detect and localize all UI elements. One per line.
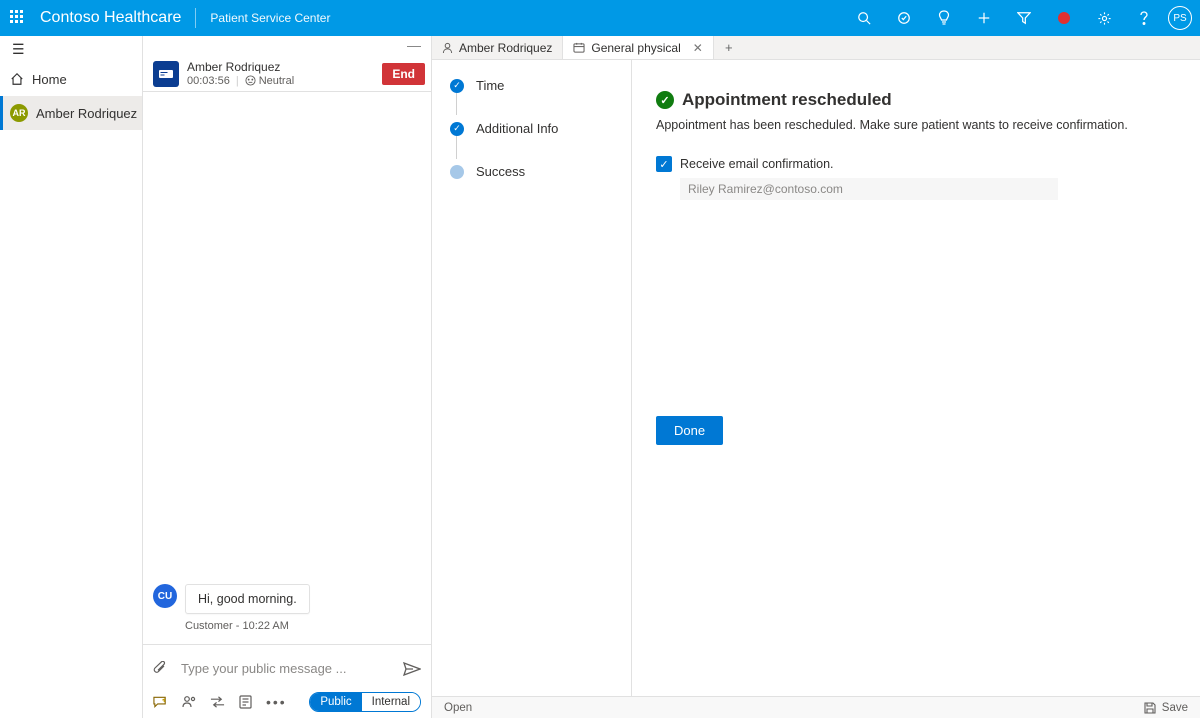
consult-icon[interactable] <box>182 695 196 709</box>
transfer-icon[interactable] <box>210 696 225 708</box>
save-icon[interactable] <box>1144 702 1156 714</box>
end-conversation-button[interactable]: End <box>382 63 425 85</box>
search-icon[interactable] <box>848 0 880 36</box>
app-topbar: Contoso Healthcare Patient Service Cente… <box>0 0 1200 36</box>
brand-title: Contoso Healthcare <box>40 9 181 27</box>
attachment-icon[interactable] <box>153 661 167 677</box>
tab-amber-rodriquez[interactable]: Amber Rodriquez <box>432 36 563 59</box>
close-tab-icon[interactable]: ✕ <box>693 41 703 55</box>
detail-title: Appointment rescheduled <box>682 90 892 110</box>
more-actions-icon[interactable]: ••• <box>266 694 287 710</box>
conversation-panel: Amber Rodriquez 00:03:56 | Neutral End C… <box>143 36 432 718</box>
success-check-icon: ✓ <box>656 91 674 109</box>
status-save-label[interactable]: Save <box>1162 702 1188 714</box>
app-launcher-icon[interactable] <box>10 10 26 26</box>
conversation-body: CU Hi, good morning. Customer - 10:22 AM <box>143 92 431 644</box>
home-icon <box>10 72 24 86</box>
chat-channel-icon <box>153 61 179 87</box>
step-success[interactable]: Success <box>450 164 621 179</box>
confirmation-email-input[interactable] <box>680 178 1058 200</box>
calendar-icon <box>573 42 585 53</box>
sentiment-badge: Neutral <box>245 75 294 87</box>
step-time[interactable]: ✓ Time <box>450 78 621 93</box>
settings-gear-icon[interactable] <box>1088 0 1120 36</box>
tab-general-physical[interactable]: General physical ✕ <box>563 36 713 59</box>
nav-home-label: Home <box>32 72 67 87</box>
minimize-icon[interactable] <box>407 46 421 47</box>
conversation-header: Amber Rodriquez 00:03:56 | Neutral End <box>143 57 431 92</box>
email-confirmation-checkbox[interactable]: ✓ <box>656 156 672 172</box>
left-nav: ☰ Home AR Amber Rodriquez <box>0 36 143 718</box>
topbar-actions: PS <box>848 0 1192 36</box>
send-icon[interactable] <box>403 662 421 676</box>
done-button[interactable]: Done <box>656 416 723 445</box>
message-bubble: Hi, good morning. <box>185 584 310 614</box>
user-avatar[interactable]: PS <box>1168 6 1192 30</box>
quick-reply-icon[interactable] <box>153 695 168 709</box>
nav-session-label: Amber Rodriquez <box>36 106 137 121</box>
message-row: CU Hi, good morning. <box>153 584 421 614</box>
step-dot-current-icon <box>450 165 464 179</box>
message-meta: Customer - 10:22 AM <box>185 620 421 632</box>
notes-icon[interactable] <box>239 695 252 709</box>
stepper-panel: ✓ Time ✓ Additional Info Success <box>432 36 632 718</box>
conversation-name: Amber Rodriquez <box>187 61 374 74</box>
add-icon[interactable] <box>968 0 1000 36</box>
task-check-icon[interactable] <box>888 0 920 36</box>
step-dot-done-icon: ✓ <box>450 122 464 136</box>
person-icon <box>442 42 453 54</box>
lightbulb-icon[interactable] <box>928 0 960 36</box>
add-tab-button[interactable]: + <box>714 36 744 59</box>
step-dot-done-icon: ✓ <box>450 79 464 93</box>
customer-avatar: CU <box>153 584 177 608</box>
help-icon[interactable] <box>1128 0 1160 36</box>
compose-area: ••• Public Internal <box>143 644 431 718</box>
record-tabs: Amber Rodriquez General physical ✕ + <box>432 36 1200 60</box>
nav-session-amber[interactable]: AR Amber Rodriquez <box>0 96 142 130</box>
compose-input[interactable] <box>177 655 393 682</box>
detail-description: Appointment has been rescheduled. Make s… <box>656 118 1176 132</box>
detail-panel: ✓ Appointment rescheduled Appointment ha… <box>632 36 1200 718</box>
user-avatar-initials: PS <box>1173 13 1186 24</box>
mode-public[interactable]: Public <box>310 693 361 711</box>
hamburger-icon[interactable]: ☰ <box>12 41 25 58</box>
status-bar: Open Save <box>432 696 1200 718</box>
record-indicator-icon[interactable] <box>1048 0 1080 36</box>
email-confirmation-label: Receive email confirmation. <box>680 157 834 171</box>
status-open-label: Open <box>444 702 472 714</box>
conversation-timer: 00:03:56 <box>187 75 230 87</box>
mode-internal[interactable]: Internal <box>362 693 420 711</box>
session-avatar-badge: AR <box>10 104 28 122</box>
step-additional-info[interactable]: ✓ Additional Info <box>450 121 621 136</box>
topbar-separator <box>195 8 196 28</box>
message-mode-toggle[interactable]: Public Internal <box>309 692 421 712</box>
brand-subtitle: Patient Service Center <box>210 11 330 25</box>
filter-icon[interactable] <box>1008 0 1040 36</box>
nav-home[interactable]: Home <box>0 62 142 96</box>
